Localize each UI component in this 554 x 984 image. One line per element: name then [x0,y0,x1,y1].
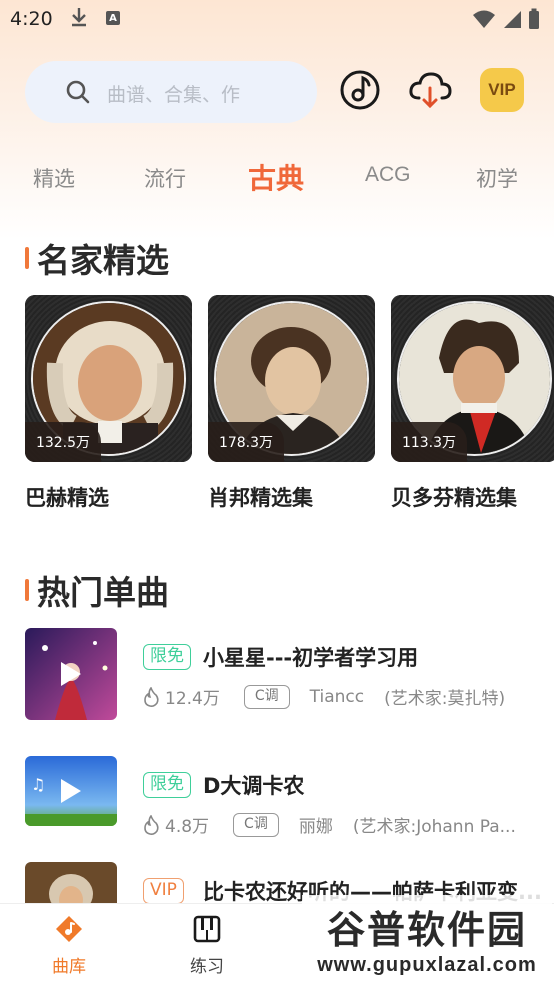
tab-liuxing[interactable]: 流行 [144,163,186,193]
music-disc-icon[interactable] [338,68,382,116]
composer-artwork: 178.3万 [208,295,375,462]
composer-name: (艺术家:Johann Pa... [352,817,516,837]
free-tag: 限免 [143,644,191,670]
nav-label: 曲库 [52,957,86,977]
composer-card-name: 巴赫精选 [25,486,109,510]
nav-practice[interactable]: 练习 [167,914,247,977]
composer-card-bach[interactable]: 132.5万 巴赫精选 [25,295,192,512]
svg-text:♫: ♫ [31,775,45,794]
key-badge: C调 [233,812,279,837]
status-indicators [472,8,540,30]
nav-library[interactable]: 曲库 [29,914,109,977]
watermark-logo: 谷普软件园 www.gupuxlazal.com [302,895,552,981]
wifi-icon [473,10,495,28]
fire-icon [144,686,159,707]
tab-jingxuan[interactable]: 精选 [33,163,75,193]
vip-button[interactable]: VIP [480,68,524,112]
status-bar: 4:20 A [0,0,554,40]
composer-card-beethoven[interactable]: 113.3万 贝多芬精选集 [391,295,554,512]
play-icon [61,662,81,686]
cloud-download-icon[interactable] [407,68,453,116]
fire-icon [144,814,159,835]
song-meta: 4.8万 C调 丽娜 (艺术家:Johann Pa... [143,812,516,837]
play-count: 4.8万 [165,817,210,837]
song-row[interactable]: 限免 小星星---初学者学习用 12.4万 C调 Tiancc (艺术家:莫扎特… [25,628,554,722]
play-count-badge: 113.3万 [391,422,467,462]
a-app-icon: A [106,11,120,25]
vip-tag: VIP [143,878,184,904]
tab-acg[interactable]: ACG [365,163,411,187]
play-icon [61,779,81,803]
play-count: 12.4万 [165,689,220,709]
composer-name: (艺术家:莫扎特) [384,689,506,709]
song-thumbnail [25,628,117,720]
status-time: 4:20 [10,8,53,30]
key-badge: C调 [243,684,290,709]
song-thumbnail: ♫ [25,756,117,826]
composer-artwork: 132.5万 [25,295,192,462]
song-title: 小星星---初学者学习用 [203,646,419,670]
tab-chuxue[interactable]: 初学 [476,163,518,193]
nav-label: 练习 [190,957,224,977]
search-icon [65,79,91,109]
watermark-url: www.gupuxlazal.com [317,954,537,976]
song-row[interactable]: ♫ 限免 D大调卡农 4.8万 C调 丽娜 (艺术家:Johann Pa... [25,756,554,850]
watermark-title: 谷普软件园 [326,908,527,952]
tab-gudian[interactable]: 古典 [248,157,304,197]
category-tabs: 精选 流行 古典 ACG 初学 [0,155,554,201]
composer-card-name: 肖邦精选集 [208,486,313,510]
hot-title-text: 热门单曲 [37,573,169,612]
download-icon [70,6,88,33]
section-accent-bar [25,247,29,269]
library-icon [56,916,82,942]
song-title: D大调卡农 [203,774,305,798]
famous-title-text: 名家精选 [37,241,169,280]
play-count-badge: 178.3万 [208,422,284,462]
artist-name: 丽娜 [298,817,333,837]
hot-section-title: 热门单曲 [25,566,169,614]
famous-section-title: 名家精选 [25,234,169,282]
composer-card-chopin[interactable]: 178.3万 肖邦精选集 [208,295,375,512]
free-tag: 限免 [143,772,191,798]
composer-card-name: 贝多芬精选集 [391,486,517,510]
composer-artwork: 113.3万 [391,295,554,462]
piano-icon [193,915,221,943]
song-meta: 12.4万 C调 Tiancc (艺术家:莫扎特) [143,684,505,709]
battery-icon [529,8,539,29]
search-input[interactable]: 曲谱、合集、作 [25,61,317,123]
search-placeholder: 曲谱、合集、作 [107,84,241,106]
play-count-badge: 132.5万 [25,422,101,462]
section-accent-bar [25,579,29,601]
artist-name: Tiancc [309,686,365,707]
signal-icon [504,11,521,28]
